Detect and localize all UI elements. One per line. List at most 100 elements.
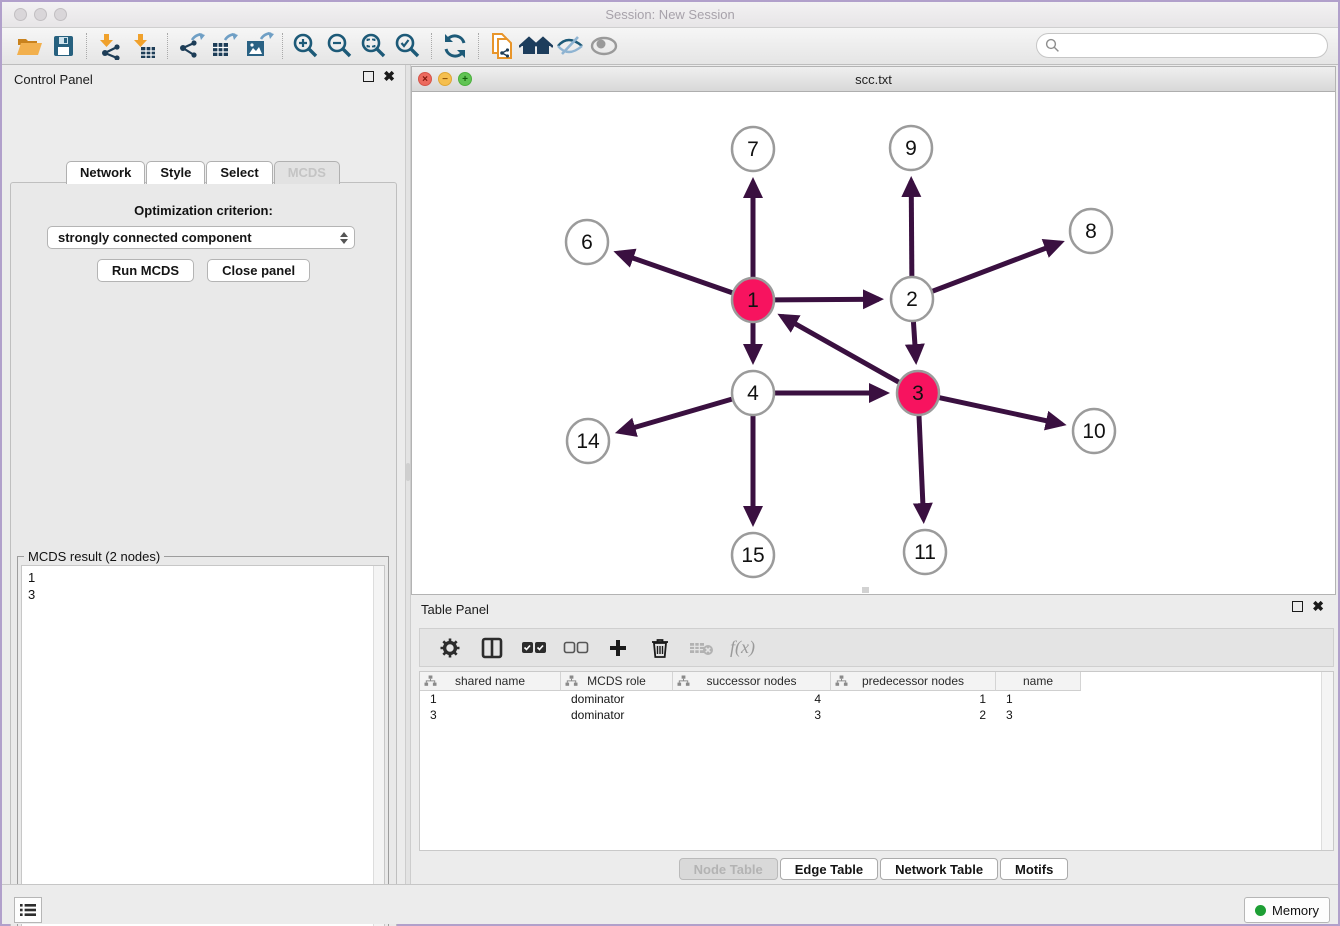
tab-network-table[interactable]: Network Table [880,858,998,880]
cell-mcds-role[interactable]: dominator [561,691,673,707]
table-float-icon[interactable] [1292,601,1303,612]
home-icon[interactable] [519,31,553,61]
save-icon[interactable] [46,31,80,61]
edge-3-11[interactable] [919,415,924,519]
tab-network[interactable]: Network [66,161,145,184]
run-mcds-button[interactable]: Run MCDS [97,259,194,282]
svg-text:11: 11 [914,541,936,564]
result-scrollbar[interactable] [373,566,384,926]
node-10[interactable]: 10 [1073,409,1115,453]
edge-4-14[interactable] [620,399,732,432]
float-panel-icon[interactable] [363,71,374,82]
control-panel: Control Panel ✖ NetworkStyleSelectMCDS O… [2,65,405,884]
column-header-name[interactable]: name [996,672,1081,691]
tab-style[interactable]: Style [146,161,205,184]
table-row[interactable]: 1dominator411 [420,691,1333,707]
mcds-result-box[interactable]: 1 3 [21,565,385,926]
gear-icon[interactable] [436,634,464,662]
select-all-icon[interactable] [520,634,548,662]
table-scrollbar[interactable] [1321,672,1333,850]
node-2[interactable]: 2 [891,277,933,321]
show-icon[interactable] [587,31,621,61]
svg-text:3: 3 [912,382,924,405]
zoom-in-icon[interactable] [289,31,323,61]
hide-icon[interactable] [553,31,587,61]
export-image-icon[interactable] [242,31,276,61]
table-toolbar: f(x) [419,628,1334,667]
memory-button[interactable]: Memory [1244,897,1330,923]
cytoscape-app: { "window": { "title": "Session: New Ses… [0,0,1340,926]
open-icon[interactable] [12,31,46,61]
zoom-selected-icon[interactable] [391,31,425,61]
close-panel-icon[interactable]: ✖ [383,71,395,82]
cell-mcds-role[interactable]: dominator [561,707,673,723]
edge-1-6[interactable] [618,253,732,293]
node-7[interactable]: 7 [732,127,774,171]
mcds-result-group: MCDS result (2 nodes) 1 3 [17,556,389,926]
column-header-successor-nodes[interactable]: successor nodes [673,672,831,691]
import-network-icon[interactable] [93,31,127,61]
search-input[interactable] [1060,36,1327,56]
table-panel-title: Table Panel [421,602,489,617]
close-panel-button[interactable]: Close panel [207,259,310,282]
cell-successor-nodes[interactable]: 3 [673,707,831,723]
optimization-criterion-select[interactable]: strongly connected component [47,226,355,249]
cell-name[interactable]: 1 [996,691,1081,707]
cell-name[interactable]: 3 [996,707,1081,723]
function-builder-icon[interactable]: f(x) [730,637,755,658]
node-9[interactable]: 9 [890,126,932,170]
node-14[interactable]: 14 [567,419,609,463]
edge-2-3[interactable] [913,321,915,360]
node-1[interactable]: 1 [732,278,774,322]
tab-node-table[interactable]: Node Table [679,858,778,880]
zoom-out-icon[interactable] [323,31,357,61]
edge-3-1[interactable] [782,316,899,382]
network-window-titlebar[interactable]: × − + scc.txt [412,67,1335,92]
table-row[interactable]: 3dominator323 [420,707,1333,723]
node-table[interactable]: shared nameMCDS rolesuccessor nodesprede… [419,671,1334,851]
edge-2-9[interactable] [911,181,912,277]
canvas-grip[interactable] [862,587,869,593]
cell-shared-name[interactable]: 3 [420,707,561,723]
node-11[interactable]: 11 [904,530,946,574]
deselect-all-icon[interactable] [562,634,590,662]
table-panel: Table Panel ✖ f(x) shared nameMCDS rol [411,595,1336,884]
table-close-icon[interactable]: ✖ [1312,601,1324,612]
tab-mcds[interactable]: MCDS [274,161,340,184]
network-graph[interactable]: 7 9 6 8 1 2 4 3 14 10 15 11 [412,92,1335,594]
edge-1-2[interactable] [775,299,879,300]
add-column-icon[interactable] [604,634,632,662]
columns-icon[interactable] [478,634,506,662]
node-3[interactable]: 3 [897,371,939,415]
zoom-fit-icon[interactable] [357,31,391,61]
edge-3-10[interactable] [940,398,1062,424]
node-6[interactable]: 6 [566,220,608,264]
svg-text:15: 15 [741,544,764,567]
cell-predecessor-nodes[interactable]: 1 [831,691,996,707]
edge-2-8[interactable] [933,243,1061,291]
search-box[interactable] [1036,33,1328,58]
column-header-shared-name[interactable]: shared name [420,672,561,691]
cell-shared-name[interactable]: 1 [420,691,561,707]
refresh-icon[interactable] [438,31,472,61]
tab-edge-table[interactable]: Edge Table [780,858,878,880]
network-window-title: scc.txt [412,72,1335,87]
node-8[interactable]: 8 [1070,209,1112,253]
network-canvas[interactable]: 7 9 6 8 1 2 4 3 14 10 15 11 [412,92,1335,594]
tab-motifs[interactable]: Motifs [1000,858,1068,880]
tab-select[interactable]: Select [206,161,272,184]
delete-table-icon[interactable] [688,634,716,662]
network-snapshot-icon[interactable] [485,31,519,61]
column-header-mcds-role[interactable]: MCDS role [561,672,673,691]
task-history-button[interactable] [14,897,42,923]
splitter-handle[interactable] [406,463,410,481]
cell-successor-nodes[interactable]: 4 [673,691,831,707]
export-network-icon[interactable] [174,31,208,61]
column-header-predecessor-nodes[interactable]: predecessor nodes [831,672,996,691]
delete-column-icon[interactable] [646,634,674,662]
node-4[interactable]: 4 [732,371,774,415]
import-table-icon[interactable] [127,31,161,61]
node-15[interactable]: 15 [732,533,774,577]
export-table-icon[interactable] [208,31,242,61]
cell-predecessor-nodes[interactable]: 2 [831,707,996,723]
